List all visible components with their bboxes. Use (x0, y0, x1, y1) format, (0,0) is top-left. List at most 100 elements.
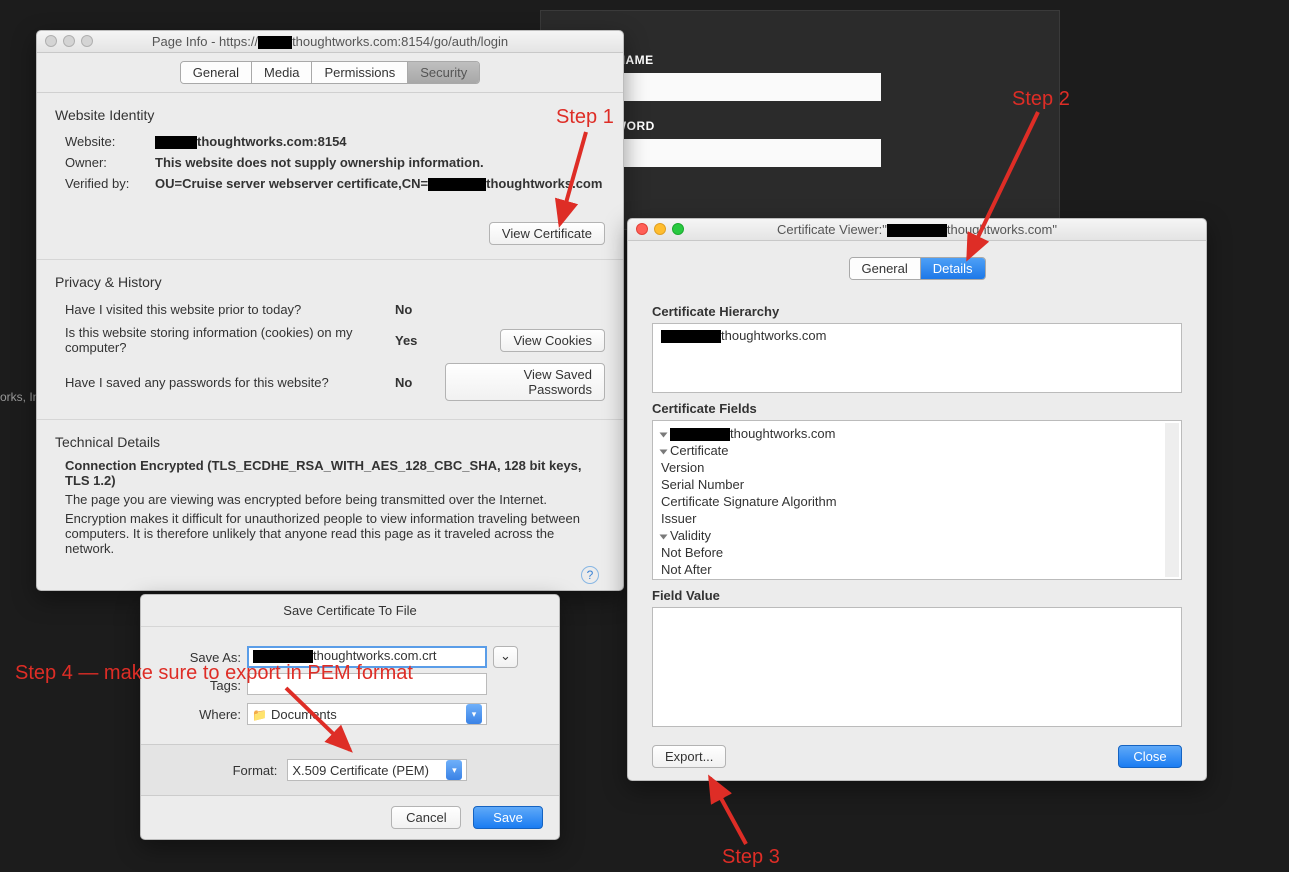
saveas-label: Save As: (161, 650, 241, 665)
certificate-viewer-window: Certificate Viewer:" thoughtworks.com" Ge… (627, 218, 1207, 781)
tab-general[interactable]: General (181, 62, 252, 83)
annotation-step3: Step 3 (722, 846, 780, 869)
technical-heading: Technical Details (55, 434, 605, 450)
privacy-q1: Have I visited this website prior to tod… (65, 302, 395, 317)
title-suffix: thoughtworks.com:8154/go/auth/login (292, 31, 508, 53)
owner-value: This website does not supply ownership i… (155, 155, 605, 170)
where-combobox[interactable]: Documents ▾ (247, 703, 487, 725)
cert-title-suffix: thoughtworks.com" (947, 219, 1057, 241)
hierarchy-item[interactable]: thoughtworks.com (721, 328, 827, 343)
tab-permissions[interactable]: Permissions (312, 62, 408, 83)
redacted-host (258, 36, 292, 49)
privacy-a2: Yes (395, 333, 445, 348)
website-identity-section: Website Identity Website: thoughtworks.c… (37, 93, 623, 260)
disclosure-triangle-icon[interactable] (660, 534, 668, 539)
folder-icon (252, 707, 271, 722)
verified-suffix: thoughtworks.com (486, 176, 602, 191)
dropdown-arrow-icon: ▾ (446, 760, 462, 780)
privacy-a3: No (395, 375, 445, 390)
cert-tab-details[interactable]: Details (921, 258, 985, 279)
save-dialog: Save Certificate To File Save As: though… (140, 594, 560, 840)
technical-line2: The page you are viewing was encrypted b… (65, 492, 605, 507)
owner-label: Owner: (65, 155, 155, 170)
tab-media[interactable]: Media (252, 62, 312, 83)
fields-heading: Certificate Fields (652, 401, 1182, 416)
scrollbar[interactable] (1165, 423, 1179, 577)
format-combobox[interactable]: X.509 Certificate (PEM) ▾ (287, 759, 467, 781)
field-version[interactable]: Version (661, 459, 1173, 476)
export-button[interactable]: Export... (652, 745, 726, 768)
password-label: PASSWORD (581, 119, 1019, 133)
format-label: Format: (233, 763, 278, 778)
page-info-window: Page Info - https:// thoughtworks.com:815… (36, 30, 624, 591)
value-heading: Field Value (652, 588, 1182, 603)
page-info-tabbar: General Media Permissions Security (37, 53, 623, 93)
cancel-button[interactable]: Cancel (391, 806, 461, 829)
cert-titlebar[interactable]: Certificate Viewer:" thoughtworks.com" (628, 219, 1206, 241)
field-value-box[interactable] (652, 607, 1182, 727)
identity-heading: Website Identity (55, 107, 605, 123)
cert-tab-general[interactable]: General (850, 258, 921, 279)
save-button[interactable]: Save (473, 806, 543, 829)
field-certificate[interactable]: Certificate (670, 443, 729, 458)
traffic-zoom-icon[interactable] (81, 35, 93, 47)
technical-section: Technical Details Connection Encrypted (… (37, 420, 623, 574)
field-root[interactable]: thoughtworks.com (730, 426, 836, 441)
traffic-zoom-icon[interactable] (672, 223, 684, 235)
redacted-hier (661, 330, 721, 343)
technical-line3: Encryption makes it difficult for unauth… (65, 511, 605, 556)
where-label: Where: (161, 707, 241, 722)
field-notbefore[interactable]: Not Before (661, 544, 1173, 561)
saveas-input[interactable]: thoughtworks.com.crt (247, 646, 487, 668)
tags-label: Tags: (161, 678, 241, 693)
privacy-section: Privacy & History Have I visited this we… (37, 260, 623, 420)
close-button[interactable]: Close (1118, 745, 1182, 768)
field-validity[interactable]: Validity (670, 528, 711, 543)
redacted-cert-host (887, 224, 947, 237)
dropdown-arrow-icon: ▾ (466, 704, 482, 724)
website-value: thoughtworks.com:8154 (197, 134, 347, 149)
field-notafter[interactable]: Not After (661, 561, 1173, 578)
cert-title-prefix: Certificate Viewer:" (777, 219, 887, 241)
expand-button[interactable]: ⌄ (493, 646, 518, 668)
privacy-heading: Privacy & History (55, 274, 605, 290)
title-prefix: Page Info - https:// (152, 31, 258, 53)
footer-text: orks, In (0, 390, 39, 404)
field-serial[interactable]: Serial Number (661, 476, 1173, 493)
fields-box[interactable]: thoughtworks.com Certificate Version Ser… (652, 420, 1182, 580)
save-dialog-title: Save Certificate To File (141, 595, 559, 627)
redacted-website (155, 136, 197, 149)
redacted-filename (253, 650, 313, 663)
page-info-titlebar[interactable]: Page Info - https:// thoughtworks.com:815… (37, 31, 623, 53)
redacted-field-root (670, 428, 730, 441)
traffic-close-icon[interactable] (45, 35, 57, 47)
password-input[interactable] (581, 139, 881, 167)
field-sigalg[interactable]: Certificate Signature Algorithm (661, 493, 1173, 510)
username-input[interactable] (581, 73, 881, 101)
disclosure-triangle-icon[interactable] (660, 432, 668, 437)
view-certificate-button[interactable]: View Certificate (489, 222, 605, 245)
traffic-minimize-icon[interactable] (654, 223, 666, 235)
format-value: X.509 Certificate (PEM) (292, 763, 429, 778)
privacy-q2: Is this website storing information (coo… (65, 325, 395, 355)
privacy-q3: Have I saved any passwords for this webs… (65, 375, 395, 390)
traffic-minimize-icon[interactable] (63, 35, 75, 47)
view-cookies-button[interactable]: View Cookies (500, 329, 605, 352)
arrow-step3-icon (702, 772, 762, 852)
tab-security[interactable]: Security (408, 62, 479, 83)
privacy-a1: No (395, 302, 445, 317)
traffic-close-icon[interactable] (636, 223, 648, 235)
help-icon[interactable]: ? (581, 566, 599, 584)
field-issuer[interactable]: Issuer (661, 510, 1173, 527)
technical-line1: Connection Encrypted (TLS_ECDHE_RSA_WITH… (65, 458, 605, 488)
username-label: USERNAME (581, 53, 1019, 67)
view-saved-passwords-button[interactable]: View Saved Passwords (445, 363, 605, 401)
tags-input[interactable] (247, 673, 487, 695)
verified-label: Verified by: (65, 176, 155, 191)
hierarchy-box[interactable]: thoughtworks.com (652, 323, 1182, 393)
disclosure-triangle-icon[interactable] (660, 449, 668, 454)
verified-prefix: OU=Cruise server webserver certificate,C… (155, 176, 428, 191)
hierarchy-heading: Certificate Hierarchy (652, 304, 1182, 319)
website-label: Website: (65, 134, 155, 149)
redacted-cn (428, 178, 486, 191)
